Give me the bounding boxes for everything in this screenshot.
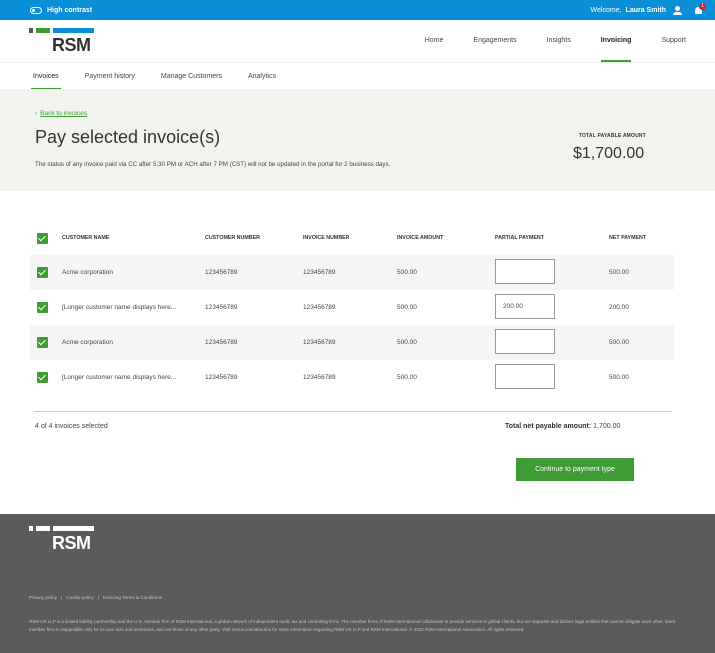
legal-text: RSM US LLP is a limited liability partne… (29, 619, 676, 632)
table-row: [Longer customer name displays here... 1… (30, 290, 674, 325)
invoice-amount: 500.00 (397, 339, 417, 346)
notification-bell-icon[interactable]: 1 (694, 2, 706, 15)
welcome-label: Welcome, (590, 6, 622, 14)
row-checkbox[interactable] (37, 337, 48, 348)
privacy-policy-link[interactable]: Privacy policy (29, 595, 57, 600)
net-payment: 500.00 (609, 374, 629, 381)
table-header: CUSTOMER NAME CUSTOMER NUMBER INVOICE NU… (30, 222, 674, 255)
net-total-label: Total net payable amount: (505, 423, 592, 430)
customer-number: 123456789 (205, 304, 238, 311)
customer-number: 123456789 (205, 269, 238, 276)
invoice-amount: 500.00 (397, 304, 417, 311)
customer-number: 123456789 (205, 339, 238, 346)
net-total: Total net payable amount: 1,700.00 (505, 423, 620, 430)
main-nav: Home Engagements Insights Invoicing Supp… (395, 20, 686, 62)
selected-count: 4 of 4 invoices selected (35, 423, 108, 430)
utility-bar: High contrast Welcome, Laura Smith 1 (0, 0, 715, 20)
continue-button[interactable]: Continue to payment type (516, 458, 634, 481)
net-payment: 500.00 (609, 339, 629, 346)
customer-name: Acme corporation (62, 269, 113, 276)
nav-home[interactable]: Home (425, 20, 444, 62)
total-payable-amount: $1,700.00 (573, 145, 645, 162)
net-payment: 500.00 (609, 269, 629, 276)
tab-invoices[interactable]: Invoices (31, 63, 61, 90)
invoice-table: CUSTOMER NAME CUSTOMER NUMBER INVOICE NU… (30, 222, 674, 395)
partial-payment-input[interactable] (495, 364, 555, 389)
row-checkbox[interactable] (37, 267, 48, 278)
rsm-logo[interactable]: RSM (29, 26, 95, 56)
summary-divider (34, 411, 672, 412)
high-contrast-toggle[interactable] (30, 6, 42, 14)
page-title: Pay selected invoice(s) (35, 127, 221, 147)
row-checkbox[interactable] (37, 372, 48, 383)
tab-manage-customers[interactable]: Manage Customers (161, 63, 222, 90)
partial-payment-input[interactable]: 200.00 (495, 294, 555, 319)
cookie-policy-link[interactable]: Cookie policy (66, 595, 93, 600)
table-row: Acme corporation 123456789 123456789 500… (30, 325, 674, 360)
col-net-payment: NET PAYMENT (609, 235, 647, 241)
processing-notice: The status of any invoice paid via CC af… (35, 161, 391, 168)
notification-badge: 1 (699, 2, 706, 10)
footer-logo[interactable]: RSM (29, 526, 95, 554)
partial-payment-input[interactable] (495, 329, 555, 354)
back-link[interactable]: ‹ Back to invoices (35, 110, 87, 117)
invoice-number: 123456789 (303, 374, 336, 381)
col-invoice-amount: INVOICE AMOUNT (397, 235, 444, 241)
row-checkbox[interactable] (37, 302, 48, 313)
col-partial-payment: PARTIAL PAYMENT (495, 235, 544, 241)
customer-name: [Longer customer name displays here... (62, 304, 177, 311)
nav-insights[interactable]: Insights (547, 20, 571, 62)
invoice-amount: 500.00 (397, 269, 417, 276)
footer-logo-text: RSM (52, 533, 91, 553)
col-customer-number: CUSTOMER NUMBER (205, 235, 260, 241)
page-banner: ‹ Back to invoices Pay selected invoice(s… (0, 89, 715, 191)
high-contrast-label: High contrast (47, 6, 93, 14)
table-row: [Longer customer name displays here... 1… (30, 360, 674, 395)
sub-nav: Invoices Payment history Manage Customer… (0, 62, 715, 90)
invoicing-terms-link[interactable]: Invoicing Terms & Conditions (103, 595, 162, 600)
nav-engagements[interactable]: Engagements (473, 20, 516, 62)
invoice-number: 123456789 (303, 304, 336, 311)
col-invoice-number: INVOICE NUMBER (303, 235, 350, 241)
nav-support[interactable]: Support (661, 20, 686, 62)
select-all-checkbox[interactable] (37, 233, 48, 244)
total-payable-label: TOTAL PAYABLE AMOUNT (578, 133, 646, 139)
net-payment: 200.00 (609, 304, 629, 311)
logo-text: RSM (52, 35, 91, 55)
invoice-number: 123456789 (303, 339, 336, 346)
invoice-amount: 500.00 (397, 374, 417, 381)
invoice-number: 123456789 (303, 269, 336, 276)
customer-number: 123456789 (205, 374, 238, 381)
customer-name: [Longer customer name displays here... (62, 374, 177, 381)
main-header: RSM Home Engagements Insights Invoicing … (0, 20, 715, 62)
tab-analytics[interactable]: Analytics (248, 63, 276, 90)
tab-payment-history[interactable]: Payment history (85, 63, 135, 90)
user-icon[interactable] (673, 5, 682, 15)
nav-invoicing[interactable]: Invoicing (600, 20, 631, 62)
partial-payment-input[interactable] (495, 259, 555, 284)
customer-name: Acme corporation (62, 339, 113, 346)
table-row: Acme corporation 123456789 123456789 500… (30, 255, 674, 290)
footer: RSM Privacy policy | Cookie policy | Invoici… (0, 514, 715, 653)
col-customer-name: CUSTOMER NAME (62, 235, 110, 241)
footer-links: Privacy policy | Cookie policy | Invoicing T… (29, 595, 162, 600)
chevron-left-icon: ‹ (35, 110, 38, 117)
net-total-amount: 1,700.00 (593, 423, 621, 430)
user-name[interactable]: Laura Smith (626, 7, 666, 14)
